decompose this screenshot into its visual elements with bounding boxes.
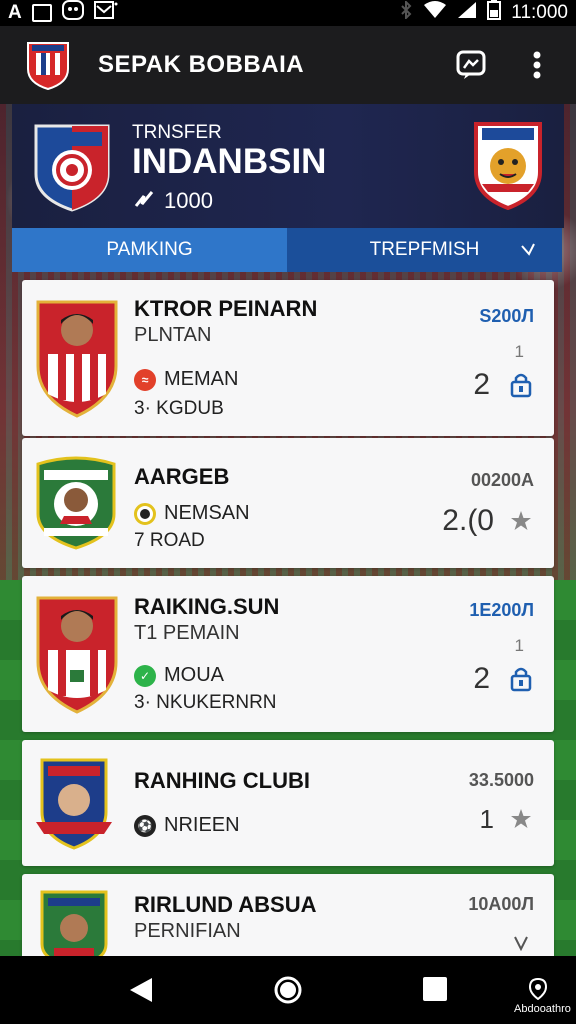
list-item[interactable]: AARGEB NEMSAN 7 ROAD 00200A 2.(0 <box>22 438 554 568</box>
bluetooth-icon <box>399 0 413 25</box>
player-name: KTROR PEINARN <box>134 296 318 321</box>
list-item[interactable]: RAIKING.SUN T1 PEMAIN ✓ MOUA 3· NKUKERNR… <box>22 576 554 732</box>
player-meta-secondary: 7 ROAD <box>134 530 205 551</box>
status-badge-icon: ≈ <box>134 368 156 391</box>
status-letter: A <box>8 2 22 23</box>
player-name: RIRLUND ABSUA <box>134 892 317 917</box>
player-value: 10A00Л <box>468 894 534 914</box>
wifi-icon <box>423 1 447 25</box>
player-role: PERNIFIAN <box>134 920 241 942</box>
player-meta-primary-text: MEMAN <box>164 368 239 390</box>
soccer-ball-icon: ⚽ <box>134 814 156 837</box>
rank-value: 2 <box>473 662 490 695</box>
star-icon[interactable] <box>508 806 534 832</box>
chevron-down-icon[interactable] <box>520 240 538 264</box>
location-pin-icon <box>528 977 548 1001</box>
club-crest-icon[interactable] <box>26 39 70 91</box>
status-bar: A 11:000 <box>0 0 576 26</box>
lock-icon[interactable] <box>508 666 534 692</box>
back-icon[interactable] <box>128 976 158 1006</box>
player-name: RANHING CLUBI <box>134 768 310 793</box>
player-value: 33.5000 <box>468 770 534 790</box>
list-item[interactable]: RIRLUND ABSUA PERNIFIAN 10A00Л <box>22 874 554 966</box>
brand-label: Abdooathro <box>514 1003 571 1015</box>
signal-icon <box>457 1 477 25</box>
more-vert-icon[interactable] <box>522 50 552 80</box>
home-icon[interactable] <box>274 976 304 1006</box>
message-icon[interactable] <box>456 50 486 80</box>
battery-icon <box>487 0 502 26</box>
status-badge-icon: ✓ <box>134 664 156 687</box>
transfer-banner: TRNSFER INDANBSIN 1000 <box>12 104 564 228</box>
tab-ranking[interactable]: PAMKING <box>12 228 287 272</box>
player-value: 1E200Л <box>469 600 534 620</box>
player-value: 00200A <box>470 470 534 490</box>
lock-icon[interactable] <box>508 372 534 398</box>
navigation-bar: Abdooathro <box>0 956 576 1024</box>
banner-stat-value: 1000 <box>164 188 213 213</box>
status-time: 11:000 <box>511 2 568 23</box>
list-item[interactable]: RANHING CLUBI ⚽ NRIEEN 33.5000 1 <box>22 740 554 866</box>
player-role: PLNTAN <box>134 324 212 346</box>
rank-value: 1 <box>479 804 494 834</box>
status-badge-icon <box>134 502 156 525</box>
star-icon[interactable] <box>508 508 534 534</box>
player-meta-primary-text: NRIEEN <box>164 814 240 836</box>
player-name: AARGEB <box>134 464 230 489</box>
rank-delta: 1 <box>514 636 524 655</box>
player-crest-icon <box>34 294 120 425</box>
face-notification-icon <box>61 0 84 26</box>
transfer-arrow-icon <box>134 188 154 214</box>
rank-value: 2.(0 <box>442 504 494 537</box>
player-meta-secondary: 3· NKUKERNRN <box>134 692 277 713</box>
recents-icon[interactable] <box>422 976 452 1006</box>
rank-delta: 1 <box>514 342 524 361</box>
tab-bar: PAMKING TREPFMISH <box>12 228 562 272</box>
player-meta-primary: ⚽ NRIEEN <box>134 814 240 837</box>
player-crest-icon <box>34 590 120 721</box>
player-value: S200Л <box>479 306 534 326</box>
banner-stat: 1000 <box>134 188 213 214</box>
app-bar: SEPAK BOBBAIA <box>0 26 576 104</box>
player-meta-primary: ✓ MOUA <box>134 664 224 687</box>
image-notification-icon <box>31 4 52 22</box>
tab-transfer[interactable]: TREPFMISH <box>287 228 562 272</box>
player-meta-primary: ≈ MEMAN <box>134 368 238 391</box>
app-title: SEPAK BOBBAIA <box>98 51 305 78</box>
club-badge-icon <box>34 754 114 855</box>
rank-value: 2 <box>473 368 490 401</box>
list-item[interactable]: KTROR PEINARN PLNTAN ≈ MEMAN 3· KGDUB S2… <box>22 280 554 436</box>
chevron-down-icon[interactable] <box>508 930 534 956</box>
mascot-crest-icon <box>472 118 544 211</box>
player-role: T1 PEMAIN <box>134 622 240 644</box>
player-meta-primary-text: MOUA <box>164 664 224 686</box>
player-meta-secondary: 3· KGDUB <box>134 398 224 419</box>
banner-subtitle: TRNSFER <box>132 122 222 143</box>
team-crest-icon <box>34 120 110 212</box>
player-meta-primary: NEMSAN <box>134 502 250 525</box>
banner-title: INDANBSIN <box>132 142 327 181</box>
tab-transfer-label: TREPFMISH <box>369 239 480 260</box>
player-name: RAIKING.SUN <box>134 594 280 619</box>
brand-mark: Abdooathro <box>514 977 571 1015</box>
club-badge-icon <box>34 454 118 555</box>
tab-ranking-label: PAMKING <box>106 239 193 260</box>
mail-notification-icon <box>93 0 118 26</box>
player-meta-primary-text: NEMSAN <box>164 502 250 524</box>
